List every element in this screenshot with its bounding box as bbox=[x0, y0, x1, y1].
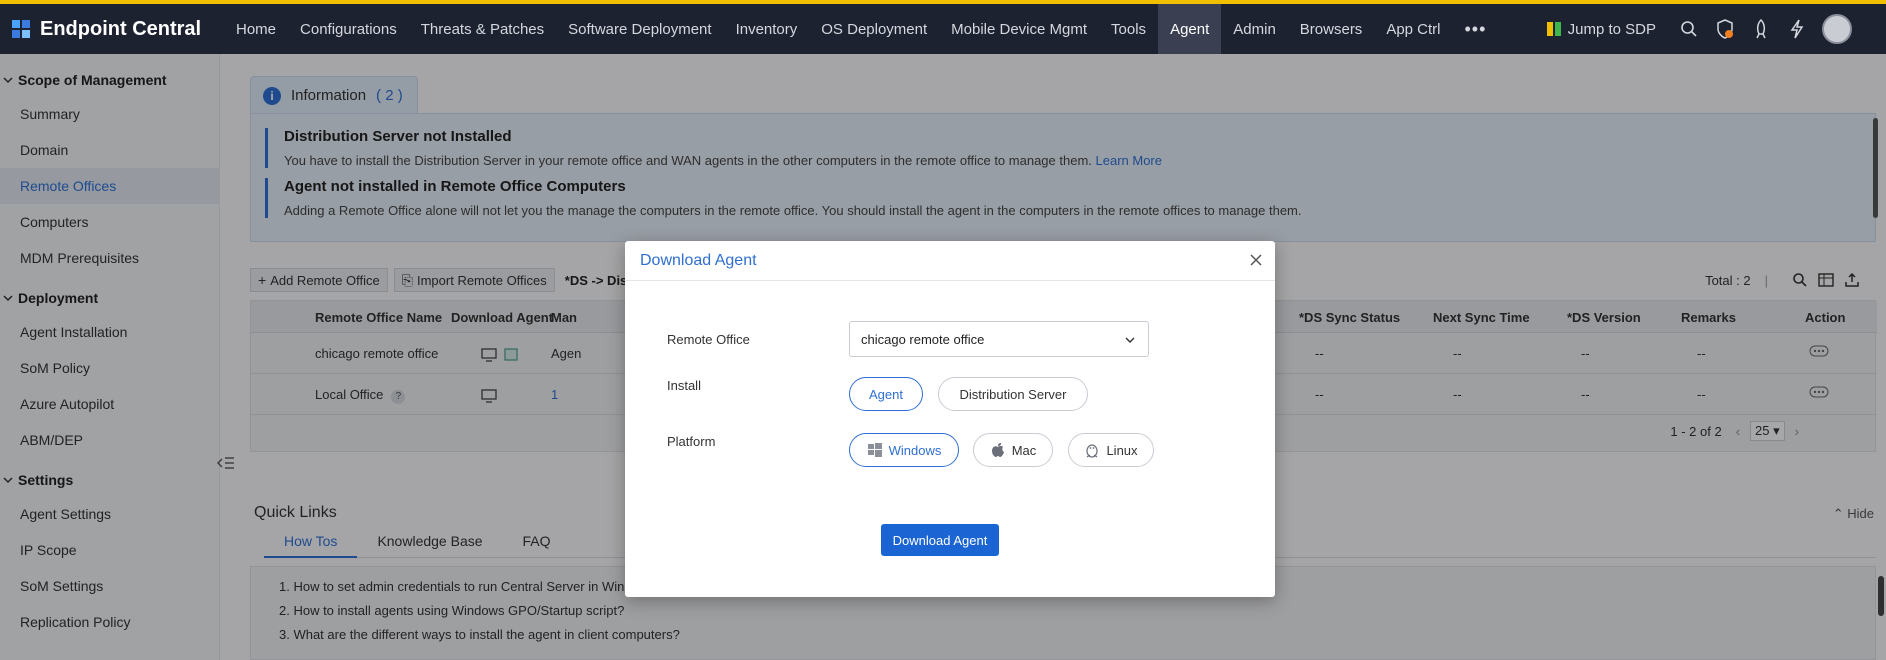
brand[interactable]: Endpoint Central bbox=[0, 4, 224, 54]
nav-agent[interactable]: Agent bbox=[1158, 4, 1222, 54]
jump-to-sdp-label: Jump to SDP bbox=[1567, 20, 1656, 38]
sdp-icon bbox=[1546, 22, 1561, 36]
more-menu-icon[interactable]: ••• bbox=[1453, 4, 1499, 54]
platform-mac-option[interactable]: Mac bbox=[973, 433, 1053, 467]
windows-icon bbox=[867, 443, 882, 457]
jump-to-sdp-link[interactable]: Jump to SDP bbox=[1546, 21, 1656, 38]
security-shield-icon[interactable] bbox=[1714, 18, 1736, 40]
nav-home[interactable]: Home bbox=[224, 4, 288, 54]
nav-os-deployment[interactable]: OS Deployment bbox=[809, 4, 939, 54]
endpoint-central-logo-icon bbox=[12, 20, 30, 38]
dialog-header: Download Agent bbox=[625, 241, 1275, 281]
rocket-icon[interactable] bbox=[1750, 18, 1772, 40]
install-distribution-server-option[interactable]: Distribution Server bbox=[938, 377, 1088, 411]
platform-label: Platform bbox=[667, 434, 716, 449]
nav-threats-patches[interactable]: Threats & Patches bbox=[409, 4, 556, 54]
platform-windows-option[interactable]: Windows bbox=[849, 433, 959, 467]
apple-icon bbox=[991, 443, 1004, 457]
nav-mobile-device-mgmt[interactable]: Mobile Device Mgmt bbox=[939, 4, 1099, 54]
lightning-icon[interactable] bbox=[1786, 18, 1808, 40]
main-menu: Home Configurations Threats & Patches So… bbox=[224, 4, 1498, 54]
search-icon[interactable] bbox=[1678, 18, 1700, 40]
remote-office-value: chicago remote office bbox=[861, 331, 985, 347]
install-label: Install bbox=[667, 378, 701, 393]
remote-office-select[interactable]: chicago remote office bbox=[849, 321, 1149, 357]
nav-inventory[interactable]: Inventory bbox=[724, 4, 810, 54]
app-title: Endpoint Central bbox=[40, 17, 202, 40]
user-avatar[interactable] bbox=[1822, 14, 1852, 44]
remote-office-label: Remote Office bbox=[667, 332, 750, 347]
nav-configurations[interactable]: Configurations bbox=[288, 4, 409, 54]
download-agent-dialog: Download Agent Remote Office chicago rem… bbox=[625, 241, 1275, 597]
top-navigation-bar: Endpoint Central Home Configurations Thr… bbox=[0, 0, 1886, 54]
chevron-down-icon bbox=[1125, 337, 1135, 343]
top-right-tools: Jump to SDP bbox=[1546, 4, 1886, 54]
platform-linux-option[interactable]: Linux bbox=[1068, 433, 1154, 467]
nav-software-deployment[interactable]: Software Deployment bbox=[556, 4, 723, 54]
linux-tux-icon bbox=[1086, 444, 1099, 458]
nav-app-ctrl[interactable]: App Ctrl bbox=[1374, 4, 1452, 54]
nav-admin[interactable]: Admin bbox=[1221, 4, 1288, 54]
close-icon[interactable] bbox=[1249, 253, 1263, 267]
nav-tools[interactable]: Tools bbox=[1099, 4, 1158, 54]
dialog-title: Download Agent bbox=[640, 251, 757, 269]
install-agent-option[interactable]: Agent bbox=[849, 377, 923, 411]
nav-browsers[interactable]: Browsers bbox=[1288, 4, 1375, 54]
download-agent-button[interactable]: Download Agent bbox=[881, 524, 999, 556]
